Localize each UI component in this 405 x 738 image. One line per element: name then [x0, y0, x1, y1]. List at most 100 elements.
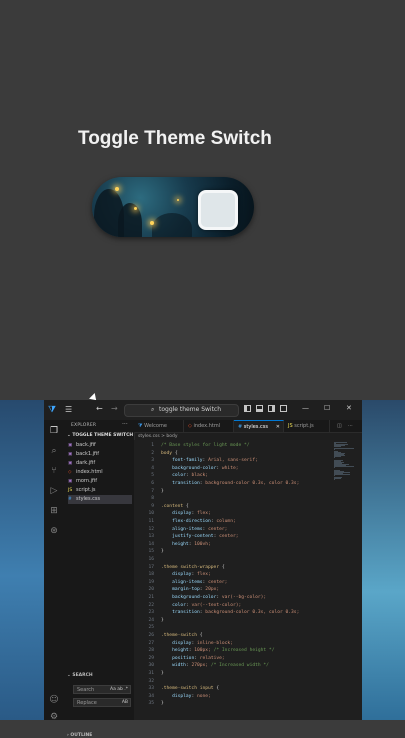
code-line[interactable]: justify-content: center; [161, 534, 239, 539]
minimize-icon[interactable]: — [302, 404, 309, 412]
code-line[interactable]: height: 100vh; [161, 542, 211, 547]
code-line[interactable]: transition: background-color 0.3s, color… [161, 481, 299, 486]
theme-toggle-switch[interactable] [92, 177, 254, 237]
minimap-line [334, 474, 350, 475]
editor-tabs: ⧩ Welcome ◇ index.html # styles.css✕ JS … [134, 420, 362, 433]
line-number: 16 [138, 557, 154, 562]
file-item[interactable]: ▣back1.jfif [68, 450, 132, 459]
breadcrumb[interactable]: styles.css > body [138, 434, 178, 439]
line-number: 22 [138, 603, 154, 608]
code-line[interactable]: height: 100px; /* Increased height */ [161, 648, 274, 653]
workspace-folder[interactable]: ⌄ TOGGLE THEME SWITCH [67, 433, 133, 438]
code-line[interactable]: display: flex; [161, 511, 211, 516]
code-line[interactable]: .content { [161, 504, 189, 509]
file-item-active[interactable]: #styles.css [68, 495, 132, 504]
tab-styles-css[interactable]: # styles.css✕ [234, 420, 284, 432]
line-number: 14 [138, 542, 154, 547]
toggle-knob[interactable] [198, 190, 238, 230]
code-line[interactable]: align-items: center; [161, 580, 227, 585]
toggle-primary-sidebar-icon[interactable] [244, 405, 251, 412]
close-icon[interactable]: ✕ [346, 404, 352, 412]
line-number: 8 [138, 496, 154, 501]
line-number: 17 [138, 565, 154, 570]
minimap[interactable] [334, 442, 356, 482]
line-number: 25 [138, 625, 154, 630]
search-icon[interactable]: ⌕ [49, 446, 59, 456]
code-line[interactable]: align-items: center; [161, 527, 227, 532]
replace-input[interactable]: Replace AB [73, 698, 131, 707]
explorer-icon[interactable]: ❐ [49, 426, 59, 436]
code-line[interactable]: body { [161, 451, 178, 456]
line-number: 3 [138, 458, 154, 463]
customize-layout-icon[interactable] [280, 405, 287, 412]
close-tab-icon[interactable]: ✕ [276, 421, 280, 433]
code-line[interactable]: transition: background-color 0.3s, color… [161, 610, 299, 615]
tab-index-html[interactable]: ◇ index.html [184, 420, 234, 432]
remote-icon[interactable]: ⊛ [49, 526, 59, 536]
code-line[interactable]: display: inline-block; [161, 641, 233, 646]
run-debug-icon[interactable]: ▷ [49, 486, 59, 496]
code-line[interactable]: display: none; [161, 694, 211, 699]
more-actions-icon[interactable]: ··· [122, 421, 128, 428]
file-item[interactable]: ▣morn.jfif [68, 477, 132, 486]
back-arrow-icon[interactable]: ← [96, 404, 103, 413]
code-line[interactable]: color: var(--text-color); [161, 603, 241, 608]
more-actions-icon[interactable]: ··· [348, 420, 360, 432]
file-item[interactable]: ▣dark.jfif [68, 459, 132, 468]
tab-welcome[interactable]: ⧩ Welcome [134, 420, 184, 432]
file-item[interactable]: JSscript.js [68, 486, 132, 495]
source-control-icon[interactable]: ⑂ [49, 466, 59, 476]
replace-options[interactable]: AB [122, 700, 128, 705]
toggle-secondary-sidebar-icon[interactable] [268, 405, 275, 412]
toggle-panel-icon[interactable] [256, 405, 263, 412]
outline-section-header[interactable]: › OUTLINE [67, 733, 92, 738]
line-number: 15 [138, 549, 154, 554]
command-center-search[interactable]: ⌕ toggle theme Switch [124, 404, 239, 417]
maximize-icon[interactable]: ☐ [324, 404, 330, 412]
code-line[interactable]: } [161, 618, 164, 623]
code-line[interactable]: } [161, 549, 164, 554]
code-line[interactable]: .theme-switch { [161, 633, 203, 638]
code-line[interactable]: .theme-switch input { [161, 686, 219, 691]
desktop-wallpaper [362, 400, 405, 720]
hamburger-menu-icon[interactable]: ☰ [65, 405, 74, 414]
activity-bar: ❐ ⌕ ⑂ ▷ ⊞ ⊛ ☺ ⚙ [44, 420, 65, 720]
settings-gear-icon[interactable]: ⚙ [49, 712, 59, 722]
code-line[interactable]: } [161, 489, 164, 494]
account-icon[interactable]: ☺ [49, 695, 59, 705]
image-file-icon: ▣ [68, 477, 76, 486]
code-line[interactable]: background-color: var(--bg-color); [161, 595, 266, 600]
code-line[interactable]: margin-top: 20px; [161, 587, 219, 592]
code-line[interactable]: flex-direction: column; [161, 519, 236, 524]
code-editor[interactable]: 1/* Base styles for light mode */2body {… [134, 440, 362, 720]
code-line[interactable]: /* Base styles for light mode */ [161, 443, 250, 448]
forward-arrow-icon[interactable]: → [111, 404, 118, 413]
file-item[interactable]: ◇index.html [68, 468, 132, 477]
code-line[interactable]: font-family: Arial, sans-serif; [161, 458, 258, 463]
browser-preview: Toggle Theme Switch [0, 0, 405, 400]
line-number: 12 [138, 527, 154, 532]
extensions-icon[interactable]: ⊞ [49, 506, 59, 516]
tab-script-js[interactable]: JS script.js [284, 420, 330, 432]
line-number: 13 [138, 534, 154, 539]
line-number: 28 [138, 648, 154, 653]
line-number: 26 [138, 633, 154, 638]
code-line[interactable]: } [161, 671, 164, 676]
code-line[interactable]: background-color: white; [161, 466, 239, 471]
vscode-logo-icon: ⧩ [138, 423, 142, 429]
code-line[interactable]: width: 270px; /* Increased width */ [161, 663, 269, 668]
code-line[interactable]: } [161, 701, 164, 706]
code-line[interactable]: position: relative; [161, 656, 225, 661]
css-file-icon: # [238, 424, 242, 430]
search-input[interactable]: Search Aa ab .* [73, 685, 131, 694]
image-file-icon: ▣ [68, 441, 76, 450]
line-number: 34 [138, 694, 154, 699]
search-options[interactable]: Aa ab .* [110, 687, 128, 692]
code-line[interactable]: .theme switch-wrapper { [161, 565, 225, 570]
explorer-sidebar: EXPLORER ··· ⌄ TOGGLE THEME SWITCH ▣back… [64, 420, 135, 720]
search-section-header[interactable]: ⌄ SEARCH [67, 673, 93, 678]
code-line[interactable]: color: black; [161, 473, 208, 478]
minimap-line [334, 448, 354, 449]
file-item[interactable]: ▣back.jfif [68, 441, 132, 450]
code-line[interactable]: display: flex; [161, 572, 211, 577]
